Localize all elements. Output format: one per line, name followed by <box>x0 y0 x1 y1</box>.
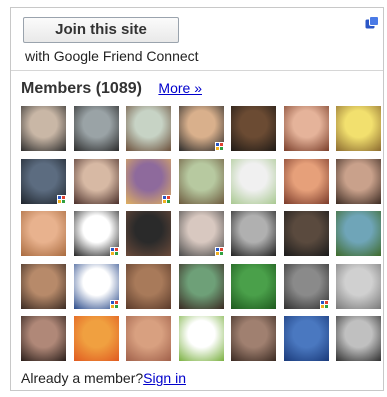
member-avatar[interactable] <box>336 263 381 309</box>
member-avatar[interactable] <box>283 106 329 151</box>
gfc-badge-icon <box>109 299 119 309</box>
member-avatar[interactable] <box>73 158 119 204</box>
gfc-badge-icon <box>214 142 224 151</box>
member-avatar[interactable] <box>231 158 276 204</box>
member-avatar[interactable] <box>231 211 276 256</box>
member-prompt: Already a member? <box>21 370 144 386</box>
member-avatar[interactable] <box>283 158 329 204</box>
member-avatar[interactable] <box>283 211 329 256</box>
gfc-badge-icon <box>162 194 171 204</box>
gfc-badge-icon <box>214 247 224 256</box>
member-avatar[interactable] <box>126 316 171 361</box>
member-avatar[interactable] <box>231 316 276 361</box>
gfc-badge-icon <box>57 194 66 204</box>
member-avatar[interactable] <box>178 106 224 151</box>
member-avatar[interactable] <box>336 106 381 151</box>
member-avatar[interactable] <box>336 158 381 204</box>
member-avatar[interactable] <box>283 263 329 309</box>
members-grid <box>21 106 381 361</box>
join-section: Join this site with Google Friend Connec… <box>11 8 383 71</box>
member-avatar[interactable] <box>336 211 381 256</box>
join-subtitle: with Google Friend Connect <box>25 48 199 64</box>
member-avatar[interactable] <box>178 316 224 361</box>
member-avatar[interactable] <box>283 316 329 361</box>
members-title: Members (1089) <box>21 80 142 97</box>
more-members-link[interactable]: More » <box>158 80 202 96</box>
member-avatar[interactable] <box>126 211 171 256</box>
member-avatar[interactable] <box>21 106 66 151</box>
member-avatar[interactable] <box>336 316 381 361</box>
gfc-badge-icon <box>109 247 119 256</box>
member-avatar[interactable] <box>178 158 224 204</box>
members-header: Members (1089) More » <box>21 80 202 102</box>
google-friend-connect-icon[interactable] <box>365 16 379 30</box>
member-avatar[interactable] <box>126 158 171 204</box>
member-avatar[interactable] <box>126 263 171 309</box>
friend-connect-widget: Join this site with Google Friend Connec… <box>10 7 384 391</box>
member-avatar[interactable] <box>231 263 276 309</box>
sign-in-link[interactable]: Sign in <box>143 370 186 386</box>
member-avatar[interactable] <box>126 106 171 151</box>
member-avatar[interactable] <box>73 211 119 256</box>
member-avatar[interactable] <box>21 316 66 361</box>
join-site-button[interactable]: Join this site <box>23 17 179 43</box>
member-avatar[interactable] <box>178 263 224 309</box>
gfc-badge-icon <box>319 299 329 309</box>
member-avatar[interactable] <box>73 263 119 309</box>
member-avatar[interactable] <box>21 263 66 309</box>
member-avatar[interactable] <box>231 106 276 151</box>
footer: Already a member?Sign in <box>21 370 186 386</box>
member-avatar[interactable] <box>73 316 119 361</box>
member-avatar[interactable] <box>21 158 66 204</box>
member-avatar[interactable] <box>178 211 224 256</box>
member-avatar[interactable] <box>73 106 119 151</box>
member-avatar[interactable] <box>21 211 66 256</box>
